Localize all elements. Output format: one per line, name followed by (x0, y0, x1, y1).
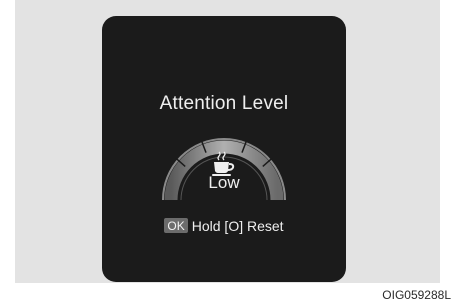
attention-level-title: Attention Level (159, 93, 289, 114)
attention-level-value: Low (208, 173, 240, 192)
reset-hint-text: Hold [O] Reset (191, 218, 284, 234)
cluster-display: Attention Level Low OK Hold [O] Reset (102, 16, 346, 282)
figure-code: OIG059288L (382, 288, 451, 302)
reset-hint: OK Hold [O] Reset (102, 218, 346, 234)
ok-button-indicator: OK (164, 218, 188, 233)
